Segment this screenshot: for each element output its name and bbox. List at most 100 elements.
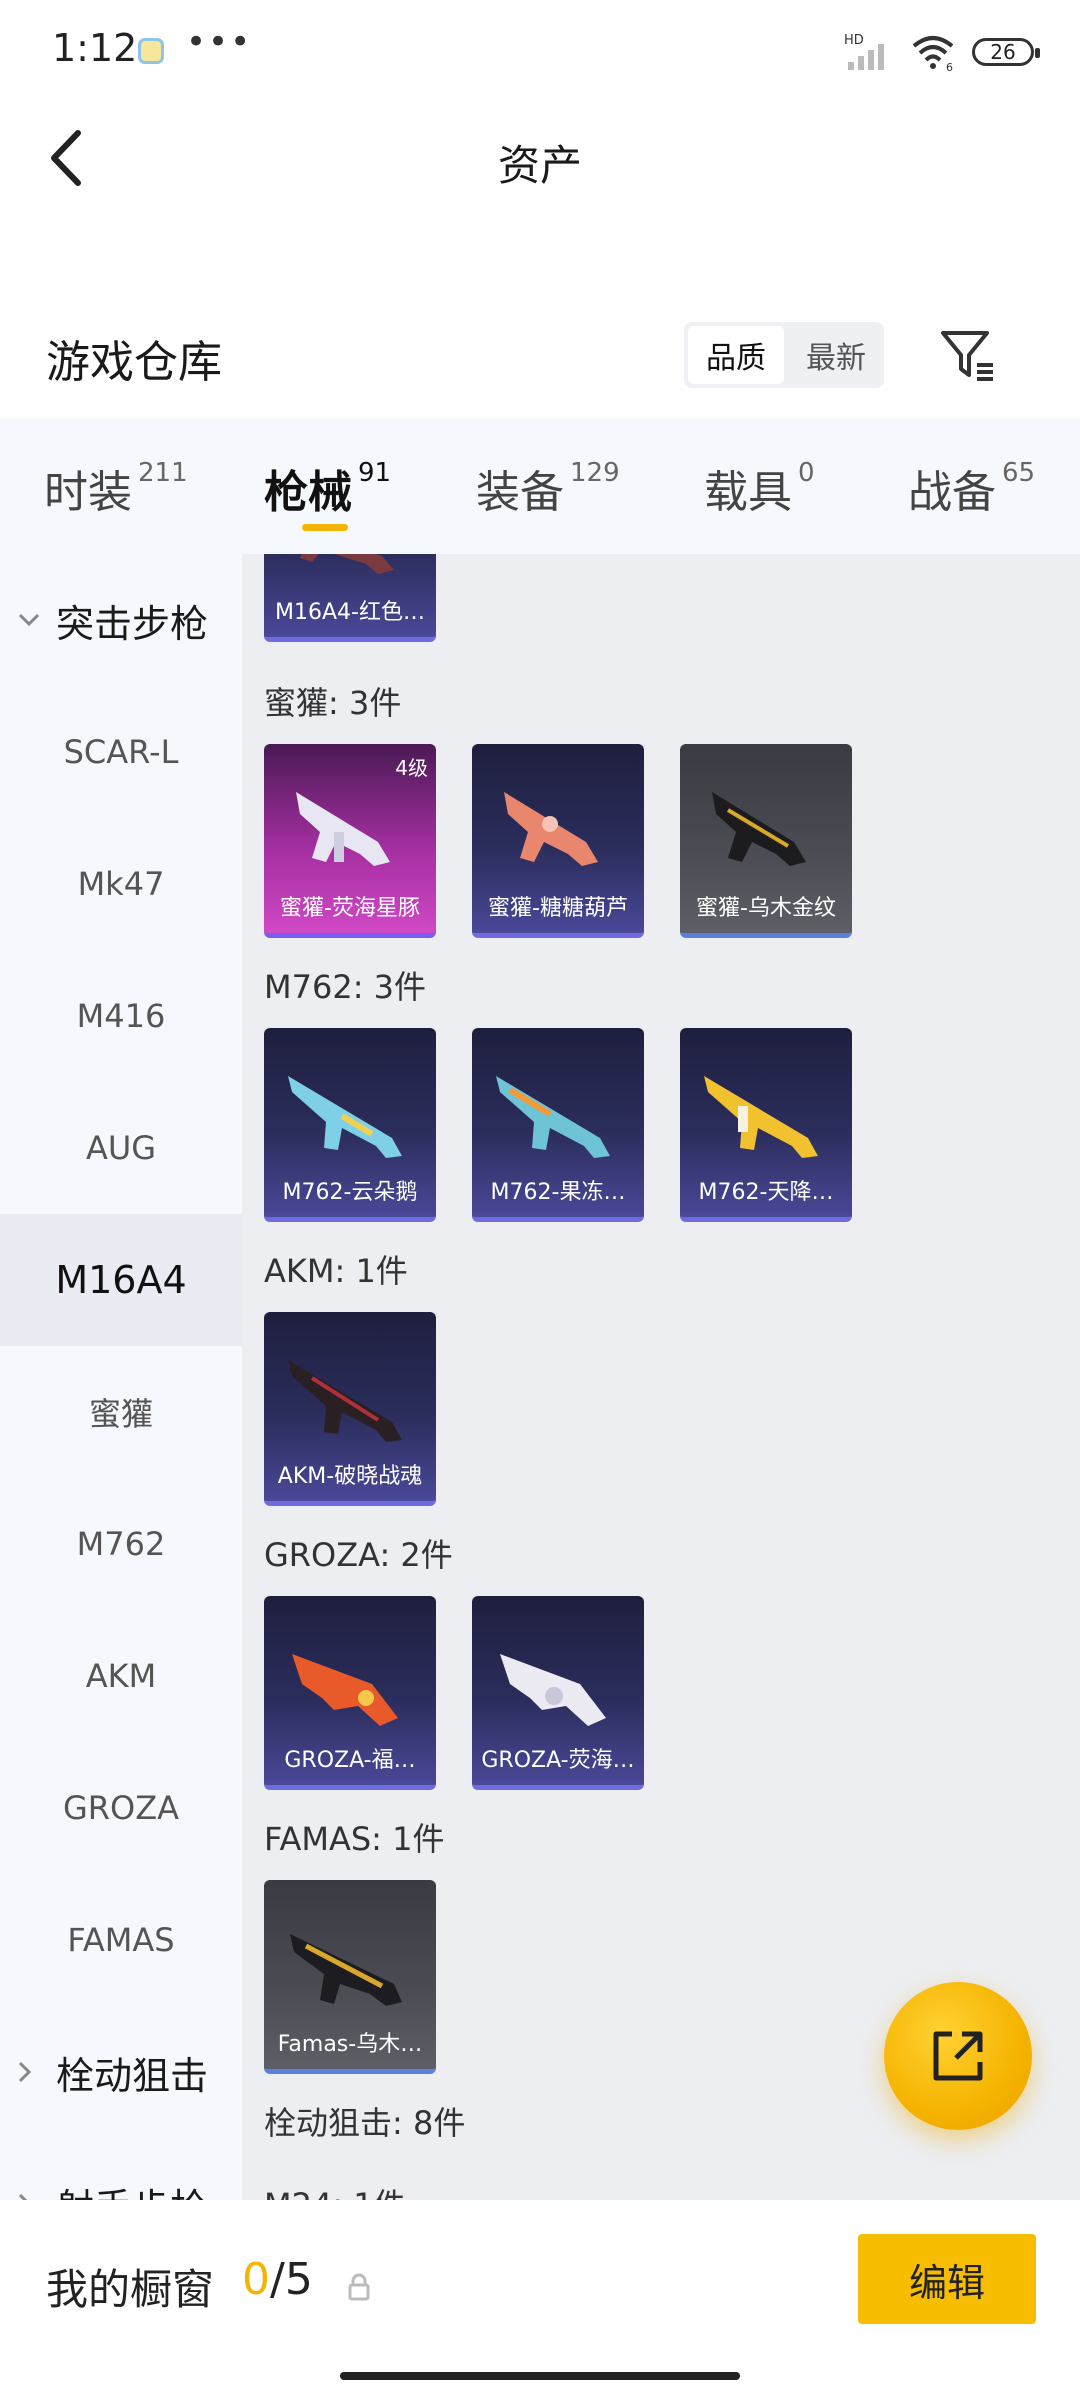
sidebar-item-famas[interactable]: FAMAS xyxy=(0,1874,242,2006)
sidebar-item-m762[interactable]: M762 xyxy=(0,1478,242,1610)
group-title-honey-badger: 蜜獾: 3件 xyxy=(264,684,402,722)
wifi-icon: 6 xyxy=(912,36,954,72)
sidebar-item-mk47[interactable]: Mk47 xyxy=(0,818,242,950)
filter-icon xyxy=(941,331,993,381)
tab-count: 129 xyxy=(570,458,620,488)
gun-skin-image xyxy=(500,1654,606,1726)
skin-level-badge: 4级 xyxy=(395,756,428,780)
weapon-sidebar: 突击步枪 SCAR-L Mk47 M416 AUG M16A4 蜜獾 M762 … xyxy=(0,554,242,2200)
gun-skin-image xyxy=(504,792,598,866)
skin-card[interactable]: M762-果冻… xyxy=(472,1028,644,1222)
gun-skin-image xyxy=(704,1076,818,1158)
category-tabs: 时装 211 枪械 91 装备 129 载具 0 战备 65 xyxy=(0,418,1080,554)
sidebar-group-label: 射手步枪 xyxy=(56,2177,208,2201)
warehouse-title: 游戏仓库 xyxy=(46,337,222,388)
showcase-count: 0/5 xyxy=(242,2254,313,2305)
group-title-akm: AKM: 1件 xyxy=(264,1252,408,1290)
page-title: 资产 xyxy=(497,141,582,190)
group-title-m762: M762: 3件 xyxy=(264,968,427,1006)
skin-card[interactable]: GROZA-荧海… xyxy=(472,1596,644,1790)
chevron-down-icon xyxy=(18,613,42,627)
sort-toggle: 品质 最新 xyxy=(684,322,884,388)
showcase-label: 我的橱窗 xyxy=(46,2265,215,2314)
sidebar-item-aug[interactable]: AUG xyxy=(0,1082,242,1214)
chevron-right-icon xyxy=(18,2193,42,2200)
sidebar-group-bolt-action[interactable]: 栓动狙击 xyxy=(0,2006,242,2138)
home-indicator[interactable] xyxy=(340,2372,740,2380)
skin-name: 蜜獾-糖糖葫芦 xyxy=(488,896,628,921)
sidebar-item-groza[interactable]: GROZA xyxy=(0,1742,242,1874)
skin-name: M762-云朵鹅 xyxy=(282,1180,418,1205)
tab-weapons[interactable]: 枪械 91 xyxy=(264,456,391,520)
skin-name: M16A4-红色… xyxy=(275,600,425,625)
battery-level: 26 xyxy=(990,40,1016,64)
skin-name: Famas-乌木… xyxy=(277,2032,423,2057)
chevron-right-icon xyxy=(18,2061,42,2083)
gun-skin-image xyxy=(712,792,806,866)
skin-card[interactable]: M762-云朵鹅 xyxy=(264,1028,436,1222)
app-notification-icon xyxy=(138,38,164,64)
skin-name: 蜜獾-荧海星豚 xyxy=(280,896,420,921)
sort-newest-option[interactable]: 最新 xyxy=(788,322,884,388)
skin-card[interactable]: AKM-破晓战魂 xyxy=(264,1312,436,1506)
skin-card[interactable]: M762-天降… xyxy=(680,1028,852,1222)
skin-name: M762-天降… xyxy=(698,1180,834,1205)
skin-card[interactable]: GROZA-福… xyxy=(264,1596,436,1790)
weapon-skin-list: M16A4-红色… 蜜獾: 3件 4级 蜜獾-荧海星豚 蜜獾-糖糖葫芦 蜜獾-乌 xyxy=(242,554,1080,2200)
filter-button[interactable] xyxy=(932,320,1002,390)
sort-quality-option[interactable]: 品质 xyxy=(688,326,784,384)
more-notifications-icon: ••• xyxy=(186,22,253,62)
skin-name: GROZA-荧海… xyxy=(481,1748,635,1773)
showcase-bar: 我的橱窗 0/5 编辑 xyxy=(0,2200,1080,2400)
showcase-count-current: 0 xyxy=(242,2254,270,2305)
tab-count: 211 xyxy=(138,458,188,488)
gun-skin-image xyxy=(496,1076,610,1158)
sidebar-item-m16a4[interactable]: M16A4 xyxy=(0,1214,242,1346)
group-title-groza: GROZA: 2件 xyxy=(264,1536,453,1574)
status-bar: 1:12 ••• HD 6 26 xyxy=(0,0,1080,100)
battery-icon: 26 xyxy=(972,38,1040,66)
gun-skin-image xyxy=(288,1360,402,1442)
sidebar-group-label: 栓动狙击 xyxy=(56,2053,209,2098)
tab-label: 装备 xyxy=(476,467,564,518)
network-type-label: HD xyxy=(844,33,864,48)
lock-icon xyxy=(348,2273,370,2301)
sidebar-group-marksman[interactable]: 射手步枪 xyxy=(0,2138,242,2200)
sidebar-item-m416[interactable]: M416 xyxy=(0,950,242,1082)
tab-count: 65 xyxy=(1002,458,1036,488)
skin-card[interactable]: 蜜獾-乌木金纹 xyxy=(680,744,852,938)
skin-name: M762-果冻… xyxy=(490,1180,626,1205)
tab-label: 枪械 xyxy=(264,467,352,518)
tab-count: 0 xyxy=(798,458,815,488)
skin-name: AKM-破晓战魂 xyxy=(277,1464,423,1489)
tab-label: 时装 xyxy=(44,467,132,518)
sidebar-group-assault-rifles[interactable]: 突击步枪 xyxy=(0,554,242,686)
group-title-bolt-action: 栓动狙击: 8件 xyxy=(264,2104,466,2142)
tab-equipment[interactable]: 装备 129 xyxy=(476,456,620,520)
skin-card-m16a4-red[interactable]: M16A4-红色… xyxy=(264,554,436,642)
gun-skin-image xyxy=(288,1076,402,1158)
edit-button[interactable]: 编辑 xyxy=(858,2234,1036,2324)
tab-count: 91 xyxy=(358,458,392,488)
sidebar-item-akm[interactable]: AKM xyxy=(0,1610,242,1742)
share-fab-button[interactable] xyxy=(884,1982,1032,2130)
tab-fashion[interactable]: 时装 211 xyxy=(44,456,188,520)
share-icon xyxy=(933,2031,983,2081)
showcase-count-total: /5 xyxy=(270,2254,313,2305)
status-time: 1:12 xyxy=(52,26,138,70)
tab-supplies[interactable]: 战备 65 xyxy=(908,456,1035,520)
skin-card[interactable]: 蜜獾-糖糖葫芦 xyxy=(472,744,644,938)
sidebar-item-scar-l[interactable]: SCAR-L xyxy=(0,686,242,818)
skin-card[interactable]: 4级 蜜獾-荧海星豚 xyxy=(264,744,436,938)
skin-card[interactable]: Famas-乌木… xyxy=(264,1880,436,2074)
signal-icon: HD xyxy=(844,33,884,70)
tab-vehicles[interactable]: 载具 0 xyxy=(704,456,815,520)
group-title-famas: FAMAS: 1件 xyxy=(264,1820,445,1858)
page-header: 资产 xyxy=(0,100,1080,210)
wifi-label: 6 xyxy=(946,61,953,72)
gun-skin-image xyxy=(296,792,390,866)
skin-name: GROZA-福… xyxy=(284,1748,416,1773)
tab-label: 战备 xyxy=(908,467,996,518)
sidebar-item-honey-badger[interactable]: 蜜獾 xyxy=(0,1346,242,1478)
skin-name: 蜜獾-乌木金纹 xyxy=(696,896,836,921)
